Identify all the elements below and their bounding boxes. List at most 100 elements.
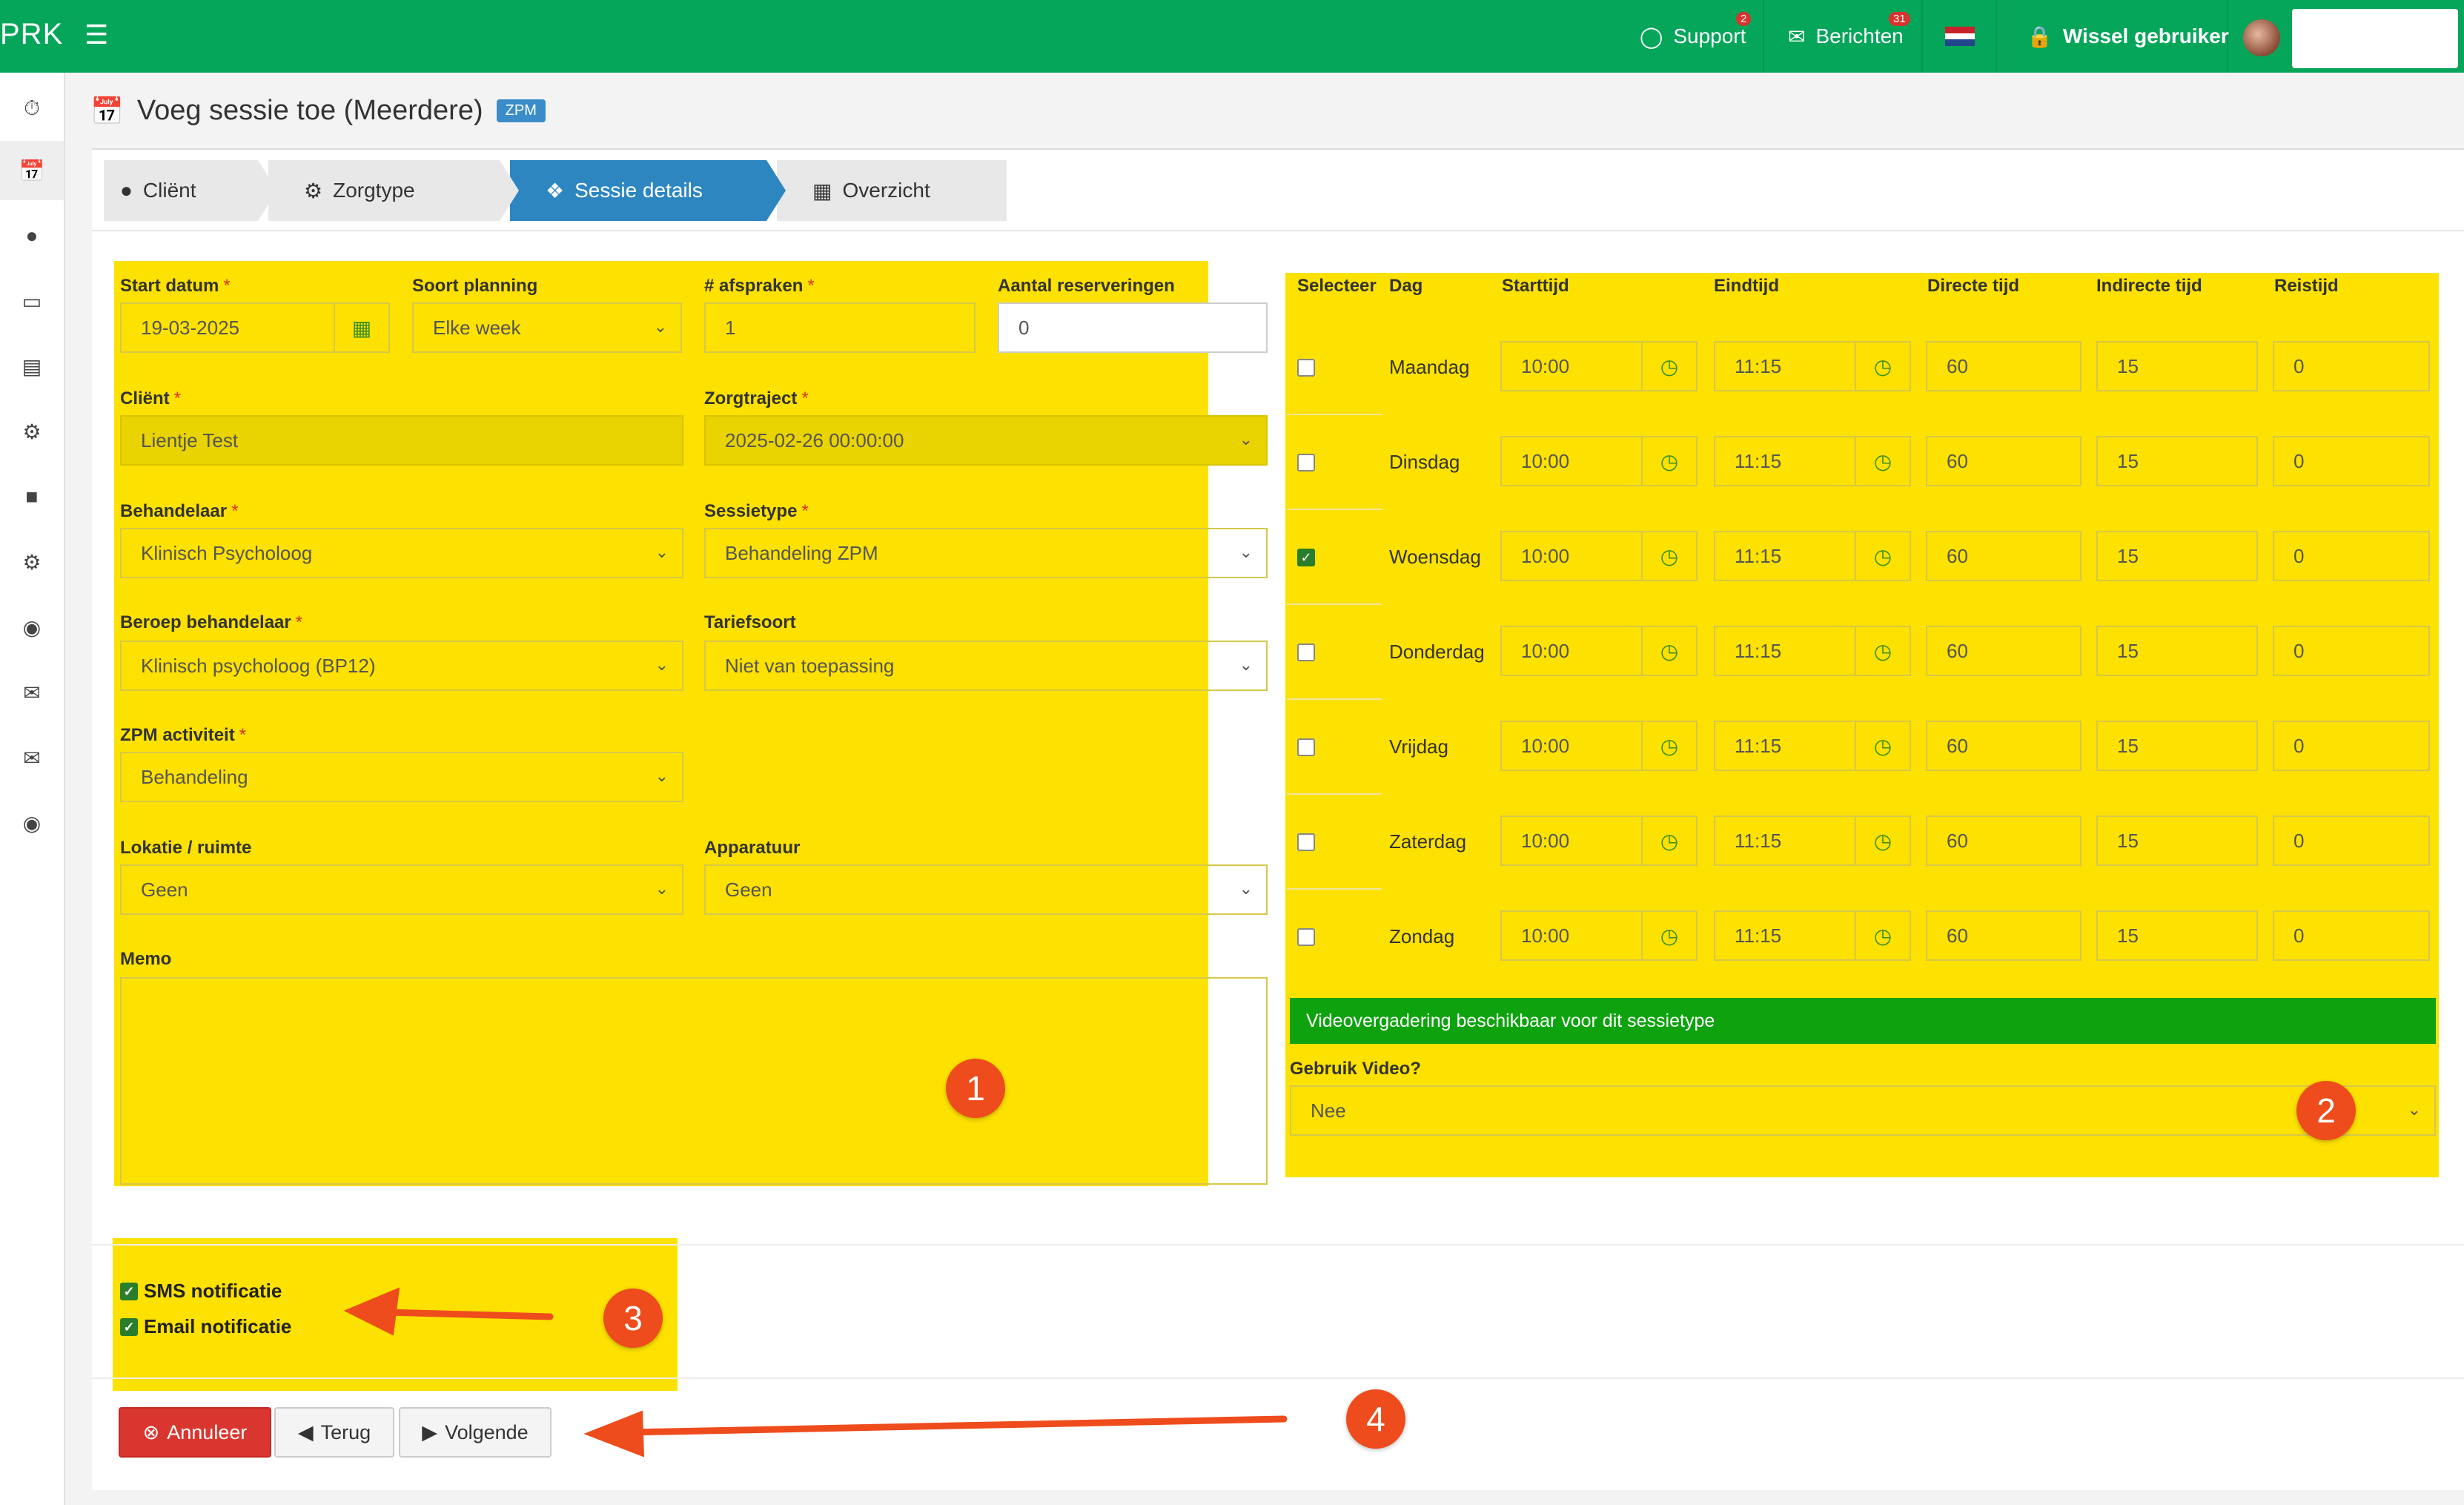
direct-time-input[interactable]: 60 bbox=[1926, 816, 2082, 866]
start-time-input[interactable]: 10:00 ◷ bbox=[1500, 341, 1698, 391]
clock-icon[interactable]: ◷ bbox=[1855, 532, 1910, 580]
direct-time-input[interactable]: 60 bbox=[1926, 436, 2082, 486]
start-time-input[interactable]: 10:00 ◷ bbox=[1500, 721, 1698, 771]
select-checkbox[interactable] bbox=[1297, 928, 1315, 946]
memo-textarea[interactable] bbox=[120, 977, 1268, 1185]
travel-time-input[interactable]: 0 bbox=[2273, 721, 2430, 771]
user-name-box[interactable] bbox=[2292, 9, 2458, 68]
switch-user-link[interactable]: 🔒 Wissel gebruiker bbox=[2027, 0, 2229, 73]
care-track-select[interactable]: 2025-02-26 00:00:00 ⌄ bbox=[704, 415, 1268, 466]
indirect-time-input[interactable]: 15 bbox=[2096, 531, 2258, 581]
step-session-details[interactable]: ❖ Sessie details bbox=[510, 160, 786, 221]
start-time-input[interactable]: 10:00 ◷ bbox=[1500, 436, 1698, 486]
travel-time-input[interactable]: 0 bbox=[2273, 910, 2430, 961]
end-time-input[interactable]: 11:15 ◷ bbox=[1714, 721, 1911, 771]
clock-icon[interactable]: ◷ bbox=[1641, 627, 1696, 675]
direct-time-input[interactable]: 60 bbox=[1926, 721, 2082, 771]
calendar-icon[interactable]: 📅 bbox=[0, 141, 64, 200]
indirect-time-input[interactable]: 15 bbox=[2096, 910, 2258, 961]
email-notification-option[interactable]: ✓ Email notificatie bbox=[120, 1315, 291, 1338]
direct-time-input[interactable]: 60 bbox=[1926, 341, 2082, 391]
planning-select[interactable]: Elke week ⌄ bbox=[412, 302, 682, 353]
reservations-input[interactable]: 0 bbox=[998, 302, 1268, 353]
truck-icon[interactable]: ■ bbox=[0, 467, 64, 526]
select-checkbox[interactable] bbox=[1297, 833, 1315, 851]
indirect-time-input[interactable]: 15 bbox=[2096, 626, 2258, 676]
sms-checkbox[interactable]: ✓ bbox=[120, 1282, 138, 1300]
medkit-icon[interactable]: ▭ bbox=[0, 271, 64, 331]
next-button[interactable]: ▶ Volgende bbox=[399, 1407, 552, 1458]
support-link[interactable]: ◯ Support bbox=[1640, 0, 1746, 73]
clock-icon[interactable]: ◷ bbox=[1855, 912, 1910, 959]
start-time-input[interactable]: 10:00 ◷ bbox=[1500, 626, 1698, 676]
clock-icon[interactable]: ◷ bbox=[1641, 343, 1696, 390]
travel-time-input[interactable]: 0 bbox=[2273, 626, 2430, 676]
clock-icon[interactable]: ◷ bbox=[1855, 722, 1910, 770]
select-checkbox[interactable] bbox=[1297, 454, 1315, 472]
end-time-input[interactable]: 11:15 ◷ bbox=[1714, 341, 1911, 391]
start-date-input[interactable]: 19-03-2025 ▦ bbox=[120, 302, 390, 353]
select-checkbox[interactable] bbox=[1297, 644, 1315, 661]
globe-icon[interactable]: ◉ bbox=[0, 598, 64, 657]
calendar-icon[interactable]: ▦ bbox=[334, 304, 388, 351]
direct-time-input[interactable]: 60 bbox=[1926, 910, 2082, 961]
settings-icon[interactable]: ⚙ bbox=[0, 532, 64, 592]
step-client[interactable]: ● Cliënt bbox=[104, 160, 277, 221]
user-icon[interactable]: ● bbox=[0, 206, 64, 265]
appointments-input[interactable]: 1 bbox=[704, 302, 976, 353]
end-time-input[interactable]: 11:15 ◷ bbox=[1714, 910, 1911, 961]
avatar[interactable] bbox=[2243, 19, 2280, 56]
travel-time-input[interactable]: 0 bbox=[2273, 816, 2430, 866]
clock-icon[interactable]: ◷ bbox=[1641, 532, 1696, 580]
direct-time-input[interactable]: 60 bbox=[1926, 626, 2082, 676]
clock-icon[interactable]: ◷ bbox=[1855, 817, 1910, 864]
mail-alt-icon[interactable]: ✉ bbox=[0, 728, 64, 787]
indirect-time-input[interactable]: 15 bbox=[2096, 721, 2258, 771]
cogs-icon[interactable]: ⚙ bbox=[0, 402, 64, 461]
indirect-time-input[interactable]: 15 bbox=[2096, 816, 2258, 866]
start-time-input[interactable]: 10:00 ◷ bbox=[1500, 531, 1698, 581]
travel-time-input[interactable]: 0 bbox=[2273, 531, 2430, 581]
app-logo[interactable]: PRK bbox=[0, 18, 63, 51]
session-type-select[interactable]: Behandeling ZPM ⌄ bbox=[704, 528, 1268, 578]
menu-toggle-icon[interactable]: ☰ bbox=[85, 19, 108, 50]
dashboard-icon[interactable]: ⏱ bbox=[0, 79, 64, 138]
select-checkbox[interactable]: ✓ bbox=[1297, 549, 1315, 566]
direct-time-input[interactable]: 60 bbox=[1926, 531, 2082, 581]
select-checkbox[interactable] bbox=[1297, 738, 1315, 756]
equipment-select[interactable]: Geen ⌄ bbox=[704, 864, 1268, 915]
globe-alt-icon[interactable]: ◉ bbox=[0, 793, 64, 853]
back-button[interactable]: ◀ Terug bbox=[274, 1407, 394, 1458]
mail-icon[interactable]: ✉ bbox=[0, 663, 64, 722]
tariff-select[interactable]: Niet van toepassing ⌄ bbox=[704, 641, 1268, 691]
indirect-time-input[interactable]: 15 bbox=[2096, 341, 2258, 391]
indirect-time-input[interactable]: 15 bbox=[2096, 436, 2258, 486]
travel-time-input[interactable]: 0 bbox=[2273, 436, 2430, 486]
clock-icon[interactable]: ◷ bbox=[1855, 627, 1910, 675]
step-care-type[interactable]: ⚙ Zorgtype bbox=[268, 160, 519, 221]
messages-link[interactable]: ✉ Berichten bbox=[1788, 0, 1904, 73]
practitioner-select[interactable]: Klinisch Psycholoog ⌄ bbox=[120, 528, 683, 578]
end-time-input[interactable]: 11:15 ◷ bbox=[1714, 531, 1911, 581]
clock-icon[interactable]: ◷ bbox=[1641, 722, 1696, 770]
cancel-button[interactable]: ⊗ Annuleer bbox=[119, 1407, 271, 1458]
clock-icon[interactable]: ◷ bbox=[1641, 817, 1696, 864]
clock-icon[interactable]: ◷ bbox=[1855, 343, 1910, 390]
end-time-input[interactable]: 11:15 ◷ bbox=[1714, 626, 1911, 676]
clock-icon[interactable]: ◷ bbox=[1855, 437, 1910, 485]
step-overview[interactable]: ▦ Overzicht bbox=[777, 160, 1007, 221]
book-icon[interactable]: ▤ bbox=[0, 337, 64, 396]
video-select[interactable]: Nee ⌄ bbox=[1290, 1085, 2436, 1136]
language-flag-icon[interactable] bbox=[1945, 27, 1975, 47]
clock-icon[interactable]: ◷ bbox=[1641, 912, 1696, 959]
end-time-input[interactable]: 11:15 ◷ bbox=[1714, 816, 1911, 866]
profession-select[interactable]: Klinisch psycholoog (BP12) ⌄ bbox=[120, 641, 683, 691]
sms-notification-option[interactable]: ✓ SMS notificatie bbox=[120, 1280, 282, 1303]
start-time-input[interactable]: 10:00 ◷ bbox=[1500, 910, 1698, 961]
start-time-input[interactable]: 10:00 ◷ bbox=[1500, 816, 1698, 866]
zpm-activity-select[interactable]: Behandeling ⌄ bbox=[120, 752, 683, 802]
travel-time-input[interactable]: 0 bbox=[2273, 341, 2430, 391]
select-checkbox[interactable] bbox=[1297, 359, 1315, 377]
clock-icon[interactable]: ◷ bbox=[1641, 437, 1696, 485]
end-time-input[interactable]: 11:15 ◷ bbox=[1714, 436, 1911, 486]
